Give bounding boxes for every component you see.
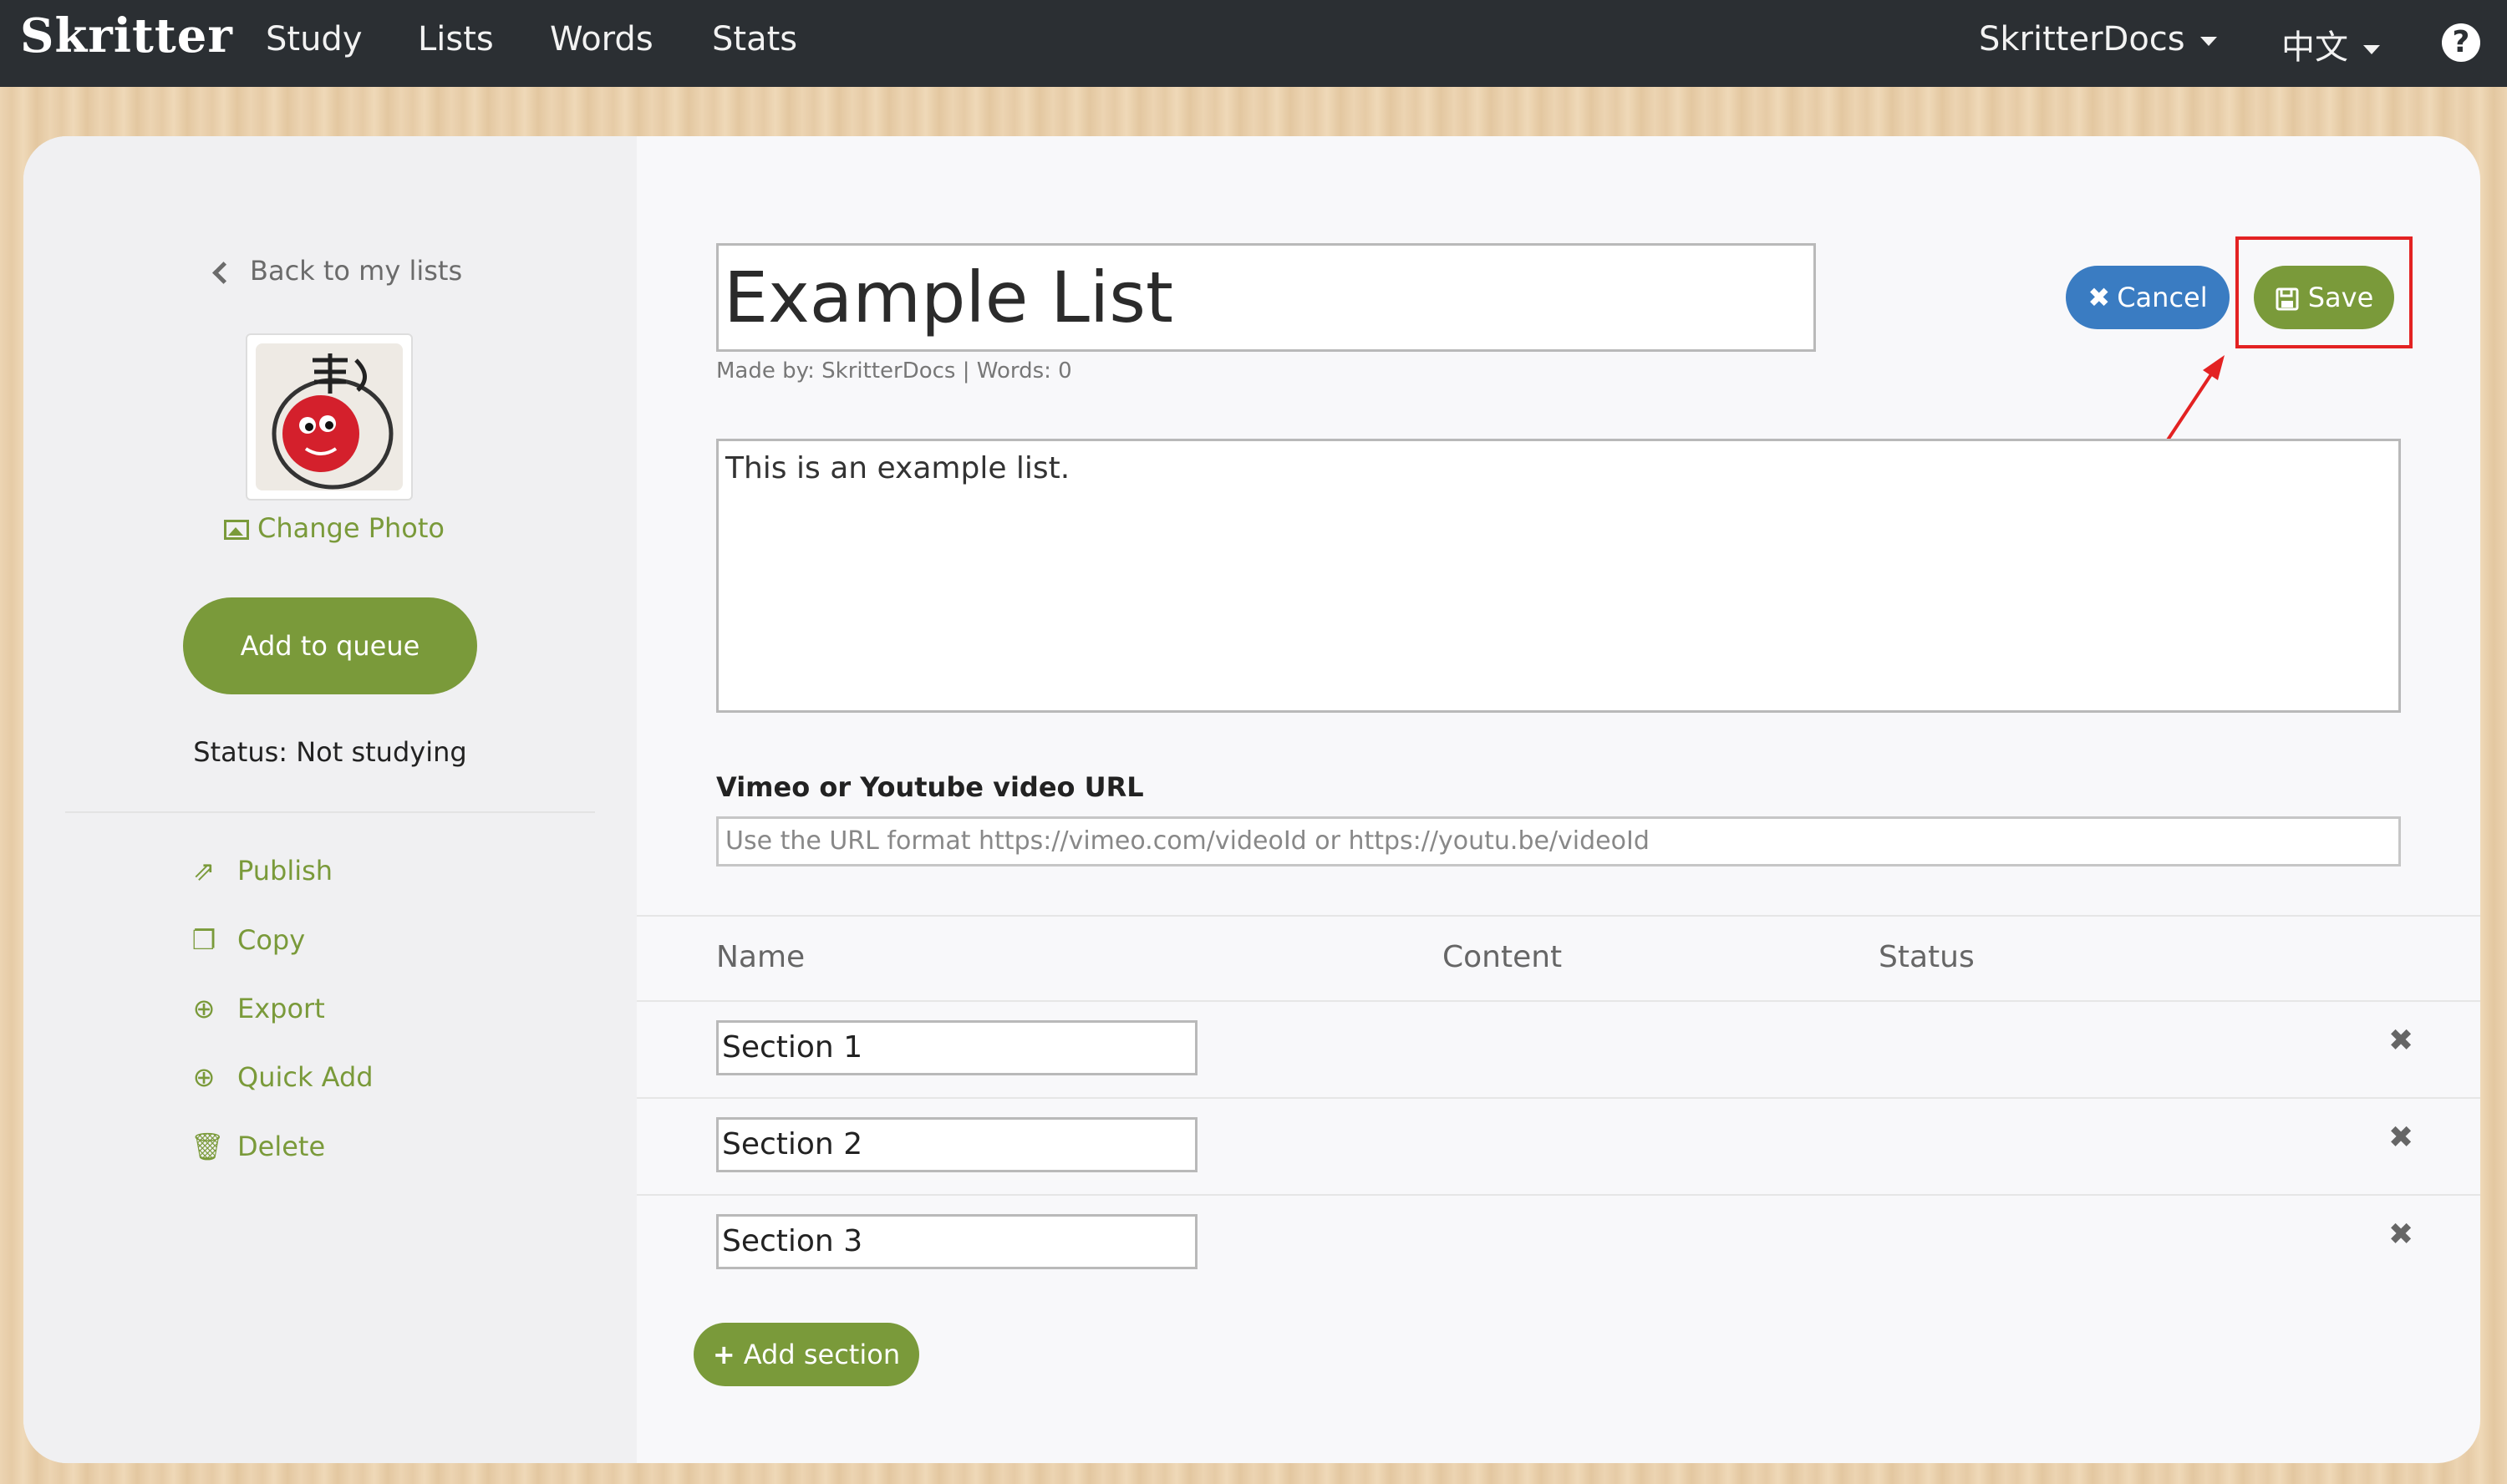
delete-action[interactable]: 🗑 Delete	[191, 1131, 325, 1162]
picture-icon	[224, 520, 249, 540]
list-editor-card: Back to my lists Change Photo Add to que…	[23, 136, 2480, 1463]
close-icon: ✖	[2087, 282, 2111, 313]
caret-down-icon	[2363, 44, 2380, 54]
section-name-input[interactable]: Section 3	[716, 1214, 1198, 1269]
help-icon[interactable]: ?	[2442, 23, 2480, 62]
plus-icon: +	[712, 1339, 735, 1370]
plus-circle-icon: ⊕	[192, 1061, 216, 1093]
quick-add-label: Quick Add	[237, 1061, 374, 1093]
annotation-highlight-box	[2235, 236, 2413, 348]
publish-label: Publish	[237, 855, 333, 887]
nav-words[interactable]: Words	[550, 20, 653, 58]
download-icon: ⊕	[192, 993, 216, 1024]
row-separator	[637, 1097, 2480, 1099]
delete-label: Delete	[237, 1131, 326, 1162]
sidebar-divider	[65, 811, 595, 813]
user-menu-label: SkritterDocs	[1979, 20, 2185, 58]
study-status: Status: Not studying	[193, 736, 467, 768]
column-header-status: Status	[1879, 940, 1975, 974]
column-header-content: Content	[1442, 940, 1563, 974]
export-action[interactable]: ⊕ Export	[191, 993, 325, 1024]
publish-action[interactable]: ⇗ Publish	[191, 855, 333, 887]
column-header-name: Name	[716, 940, 806, 974]
share-icon: ⇗	[192, 855, 216, 887]
sidebar: Back to my lists Change Photo Add to que…	[23, 136, 637, 1463]
brand-logo[interactable]: Skritter	[20, 8, 233, 64]
row-separator	[637, 1000, 2480, 1002]
back-link-label: Back to my lists	[250, 255, 463, 287]
copy-label: Copy	[237, 924, 306, 956]
section-name-input[interactable]: Section 2	[716, 1117, 1198, 1172]
remove-section-icon[interactable]: ✖	[2388, 1024, 2413, 1058]
add-to-queue-button[interactable]: Add to queue	[183, 597, 477, 694]
list-description-textarea[interactable]: This is an example list.	[716, 439, 2401, 713]
export-label: Export	[237, 993, 325, 1024]
chevron-left-icon	[212, 261, 235, 284]
list-photo	[246, 333, 413, 501]
table-top-border	[637, 915, 2480, 917]
nav-stats[interactable]: Stats	[712, 20, 797, 58]
nav-study[interactable]: Study	[266, 20, 363, 58]
trash-icon: 🗑	[191, 1131, 225, 1162]
user-menu[interactable]: SkritterDocs	[1979, 20, 2217, 58]
section-name-input[interactable]: Section 1	[716, 1020, 1198, 1075]
remove-section-icon[interactable]: ✖	[2388, 1121, 2413, 1155]
language-menu[interactable]: 中文	[2281, 20, 2380, 69]
remove-section-icon[interactable]: ✖	[2388, 1217, 2413, 1252]
list-editor-main: Example List Made by: SkritterDocs | Wor…	[637, 136, 2480, 1463]
video-url-input[interactable]: Use the URL format https://vimeo.com/vid…	[716, 816, 2401, 867]
caret-down-icon	[2199, 36, 2217, 46]
list-title-input[interactable]: Example List	[716, 243, 1816, 352]
add-section-label: Add section	[743, 1339, 901, 1370]
change-photo-link[interactable]: Change Photo	[224, 512, 445, 544]
video-url-label: Vimeo or Youtube video URL	[716, 771, 1144, 803]
copy-icon: ❐	[191, 924, 216, 956]
list-meta: Made by: SkritterDocs | Words: 0	[716, 358, 1072, 384]
copy-action[interactable]: ❐ Copy	[191, 924, 306, 956]
nav-lists[interactable]: Lists	[418, 20, 494, 58]
cancel-label: Cancel	[2117, 282, 2208, 313]
back-to-lists-link[interactable]: Back to my lists	[212, 255, 463, 287]
quick-add-action[interactable]: ⊕ Quick Add	[191, 1061, 374, 1093]
change-photo-label: Change Photo	[257, 512, 445, 544]
add-section-button[interactable]: + Add section	[694, 1323, 919, 1386]
list-photo-image	[256, 343, 403, 490]
row-separator	[637, 1194, 2480, 1196]
cancel-button[interactable]: ✖ Cancel	[2066, 266, 2230, 329]
top-navbar: Skritter Study Lists Words Stats Skritte…	[0, 0, 2507, 87]
language-menu-label: 中文	[2281, 28, 2348, 67]
